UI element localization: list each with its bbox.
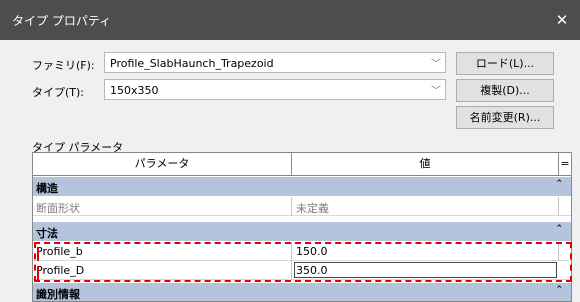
group-header-structure[interactable]: 構造 ⌃ — [33, 177, 571, 196]
group-header-dimensions[interactable]: 寸法 ⌃ — [33, 222, 571, 241]
family-value: Profile_SlabHaunch_Trapezoid — [110, 57, 274, 70]
type-label: タイプ(T): — [32, 86, 85, 99]
sort-icon[interactable]: = — [559, 153, 571, 175]
value-column-header[interactable]: 値 — [292, 153, 559, 175]
text-cursor-marker — [37, 266, 39, 280]
family-label: ファミリ(F): — [32, 59, 95, 72]
load-button[interactable]: ロード(L)... — [456, 52, 554, 75]
collapse-icon[interactable]: ⌃ — [555, 285, 563, 295]
collapse-icon[interactable]: ⌃ — [555, 179, 563, 189]
duplicate-button[interactable]: 複製(D)... — [456, 79, 554, 102]
table-row[interactable]: 断面形状 未定義 — [33, 197, 571, 216]
chevron-down-icon[interactable]: ﹀ — [431, 82, 441, 97]
group-header-identity[interactable]: 識別情報 ⌃ — [33, 283, 571, 301]
highlight-annotation — [34, 242, 572, 282]
group-label: 構造 — [36, 182, 58, 195]
group-label: 寸法 — [36, 227, 58, 240]
close-icon[interactable]: ✕ — [550, 8, 574, 32]
grid-header: パラメータ 値 = — [33, 153, 571, 176]
param-column-header[interactable]: パラメータ — [33, 153, 292, 175]
dialog-title: タイプ プロパティ — [12, 14, 112, 28]
type-properties-dialog: タイプ プロパティ ✕ ファミリ(F): Profile_SlabHaunch_… — [0, 0, 580, 302]
family-select[interactable]: Profile_SlabHaunch_Trapezoid ﹀ — [104, 52, 446, 73]
title-bar: タイプ プロパティ ✕ — [0, 0, 580, 40]
rename-button[interactable]: 名前変更(R)... — [456, 106, 554, 129]
group-label: 識別情報 — [36, 288, 80, 301]
collapse-icon[interactable]: ⌃ — [555, 224, 563, 234]
chevron-down-icon[interactable]: ﹀ — [431, 55, 441, 70]
type-value: 150x350 — [110, 84, 159, 97]
param-name: 断面形状 — [36, 202, 80, 215]
type-select[interactable]: 150x350 ﹀ — [104, 79, 446, 100]
text-cursor-marker — [37, 247, 39, 261]
param-value: 未定義 — [296, 202, 329, 215]
